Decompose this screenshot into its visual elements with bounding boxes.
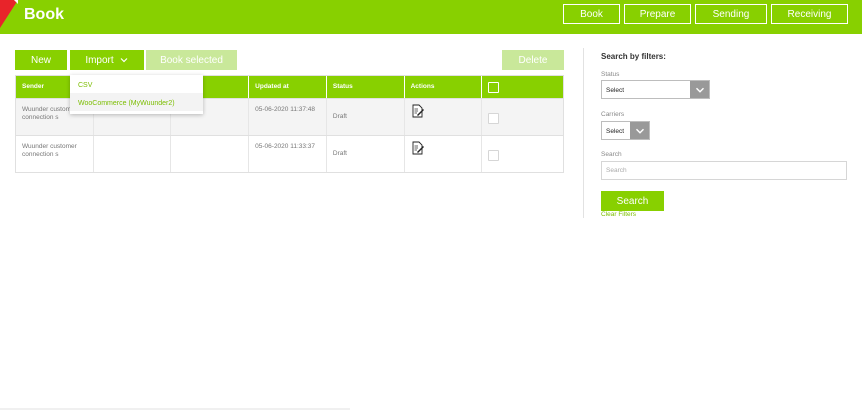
search-button[interactable]: Search — [601, 191, 664, 211]
edit-document-icon[interactable] — [411, 141, 425, 155]
search-label: Search — [601, 151, 622, 158]
updated-at-cell: 05-06-2020 11:37:48 — [249, 99, 327, 135]
table-cell — [94, 136, 172, 172]
carriers-label: Carriers — [601, 111, 625, 118]
select-all-checkbox[interactable] — [488, 82, 500, 93]
nav-prepare-button[interactable]: Prepare — [624, 4, 691, 24]
import-label: Import — [85, 54, 114, 66]
nav-sending-button[interactable]: Sending — [695, 4, 767, 24]
search-input[interactable] — [601, 161, 847, 180]
carriers-select-arrow[interactable] — [630, 122, 649, 139]
column-header-status[interactable]: Status — [327, 76, 405, 98]
row-checkbox-cell — [482, 99, 563, 135]
table-row[interactable]: Wuunder customer connection s 05-06-2020… — [16, 135, 563, 172]
import-csv-item[interactable]: CSV — [70, 75, 203, 93]
row-checkbox[interactable] — [488, 113, 500, 124]
status-select-arrow[interactable] — [690, 81, 709, 98]
status-select-value: Select — [606, 87, 625, 94]
chevron-down-icon — [120, 58, 128, 63]
select-all-cell — [482, 76, 563, 98]
carriers-select-value: Select — [606, 128, 625, 135]
carriers-select[interactable]: Select — [601, 121, 650, 140]
table-cell — [171, 136, 250, 172]
filters-title: Search by filters: — [601, 52, 666, 61]
row-checkbox[interactable] — [488, 150, 500, 161]
chevron-down-icon — [635, 128, 644, 134]
status-select[interactable]: Select — [601, 80, 710, 99]
status-cell: Draft — [327, 99, 405, 135]
updated-at-cell: 05-06-2020 11:33:37 — [249, 136, 327, 172]
row-checkbox-cell — [482, 136, 563, 172]
chevron-down-icon — [695, 87, 704, 93]
import-dropdown-menu: CSV WooCommerce (MyWuunder2) — [70, 75, 203, 114]
column-header-actions: Actions — [405, 76, 483, 98]
sender-cell: Wuunder customer connection s — [16, 136, 94, 172]
new-button[interactable]: New — [15, 50, 67, 70]
status-cell: Draft — [327, 136, 405, 172]
logo-corner-icon — [0, 0, 18, 28]
actions-cell — [405, 136, 483, 172]
import-woocommerce-item[interactable]: WooCommerce (MyWuunder2) — [70, 93, 203, 111]
app-header: Book Book Prepare Sending Receiving — [0, 0, 862, 34]
panel-divider — [583, 48, 584, 218]
app-root: Book Book Prepare Sending Receiving New … — [0, 0, 862, 412]
actions-cell — [405, 99, 483, 135]
edit-document-icon[interactable] — [411, 104, 425, 118]
book-selected-button[interactable]: Book selected — [146, 50, 237, 70]
bottom-scroll-track — [0, 408, 350, 410]
clear-filters-link[interactable]: Clear Filters — [601, 211, 636, 218]
nav-receiving-button[interactable]: Receiving — [771, 4, 848, 24]
main-nav: Book Prepare Sending Receiving — [563, 4, 848, 24]
status-label: Status — [601, 71, 620, 78]
import-button[interactable]: Import — [70, 50, 144, 70]
page-title: Book — [24, 6, 64, 23]
delete-button[interactable]: Delete — [502, 50, 564, 70]
nav-book-button[interactable]: Book — [563, 4, 620, 24]
column-header-updated-at[interactable]: Updated at — [249, 76, 327, 98]
